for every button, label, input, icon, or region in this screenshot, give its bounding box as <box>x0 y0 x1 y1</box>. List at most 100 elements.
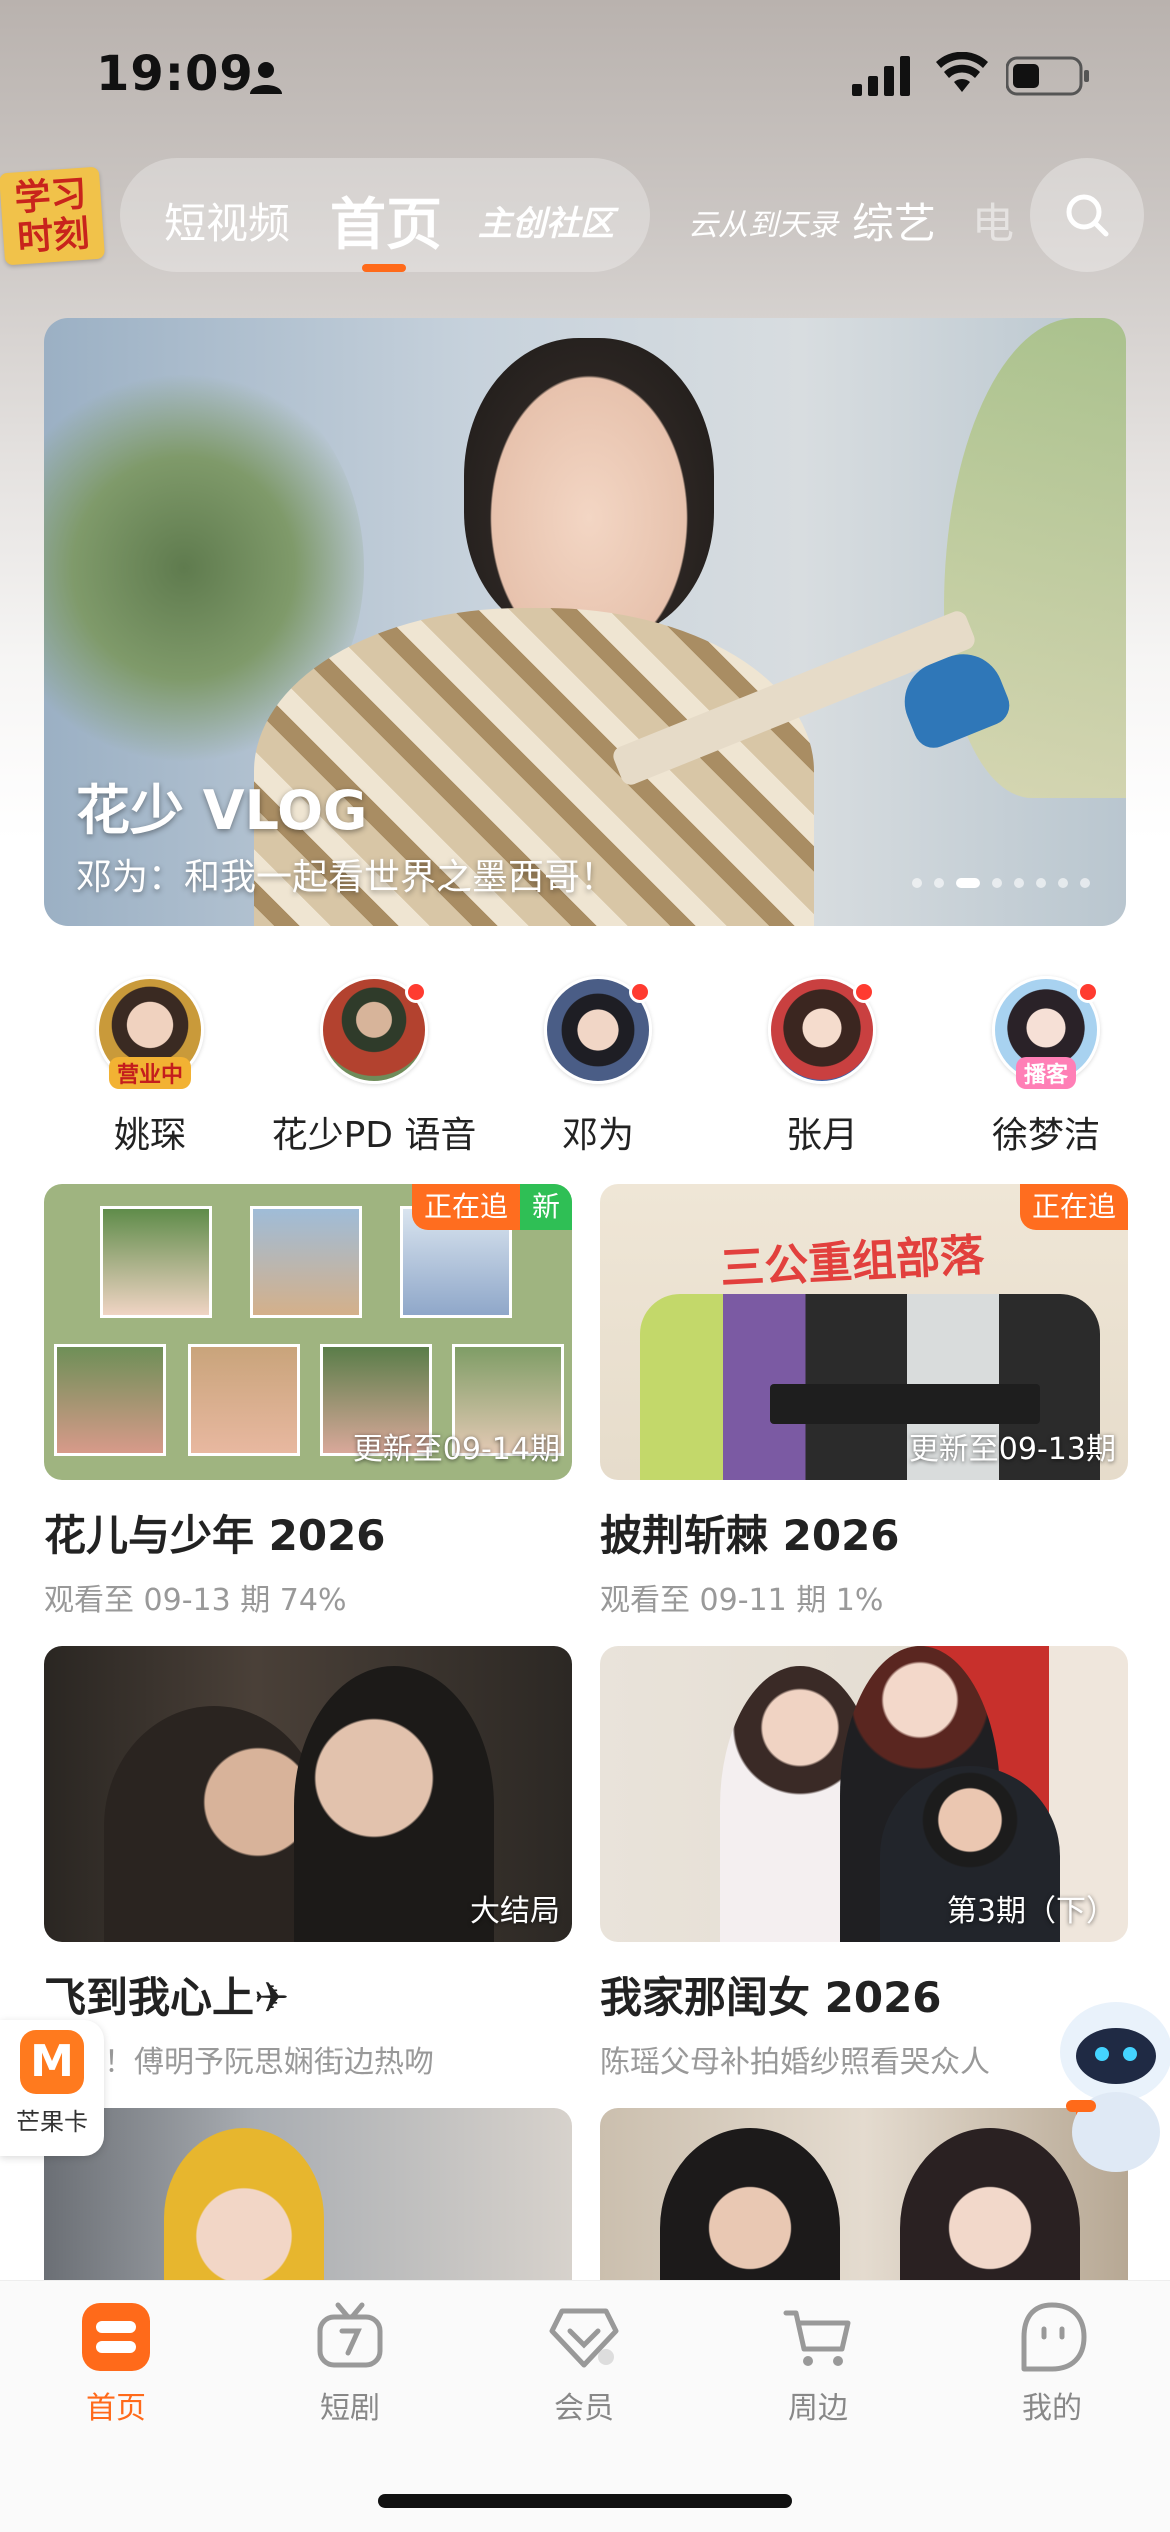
home-indicator[interactable] <box>378 2494 792 2508</box>
avatar-name: 姚琛 <box>113 1115 186 1156</box>
tv-icon <box>317 2302 383 2368</box>
battery-icon <box>1006 56 1089 96</box>
home-icon <box>82 2303 150 2371</box>
nav-profile[interactable]: 我的 <box>982 2301 1122 2427</box>
pagination-dot <box>992 878 1002 888</box>
cart-icon <box>783 2310 851 2366</box>
episode-label: 第3期（下） <box>946 1894 1116 1929</box>
pagination-dot <box>934 878 944 888</box>
show-card[interactable]: 正在追 新 更新至09-14期 花儿与少年 2026 观看至 09-13 期 7… <box>44 1184 572 1619</box>
mango-card-label: 芒果卡 <box>16 2108 88 2136</box>
status-badge: 正在追 新 <box>411 1184 572 1230</box>
tab-creator-community[interactable]: 主创社区 <box>478 196 614 245</box>
following-badge: 正在追 <box>1019 1184 1128 1230</box>
avatar-item[interactable]: 播客 徐梦洁 <box>936 976 1156 1158</box>
avatar-name: 张月 <box>785 1115 858 1156</box>
tab-home[interactable]: 首页 <box>330 180 442 261</box>
notification-dot <box>629 981 651 1003</box>
nav-label: 我的 <box>1022 2391 1082 2426</box>
cast-photo <box>250 1206 362 1318</box>
nav-vip[interactable]: 会员 <box>514 2301 654 2427</box>
show-thumbnail: 大结局 <box>44 1646 572 1942</box>
watch-progress: 观看至 09-11 期 1% <box>600 1583 884 1618</box>
cast-photo <box>188 1344 300 1456</box>
show-title: 飞到我心上✈ <box>44 1973 290 2022</box>
tab-short-video[interactable]: 短视频 <box>164 190 290 251</box>
new-badge: 新 <box>519 1184 572 1230</box>
active-tab-indicator <box>362 264 406 272</box>
nav-label: 首页 <box>86 2391 146 2426</box>
avatar-item[interactable]: 张月 <box>712 976 932 1158</box>
pagination-dot <box>1036 878 1046 888</box>
update-label: 更新至09-14期 <box>352 1432 560 1467</box>
cast-photo <box>54 1344 166 1456</box>
avatar-name: 徐梦洁 <box>991 1115 1100 1156</box>
avatar-item[interactable]: 邓为 <box>488 976 708 1158</box>
thumbnail-figure <box>294 1666 494 1942</box>
following-badge: 正在追 <box>411 1184 520 1230</box>
pagination-dot <box>912 878 922 888</box>
nav-label: 会员 <box>554 2391 614 2426</box>
watch-progress: 观看至 09-13 期 74% <box>44 1583 347 1618</box>
show-thumbnail: 第3期（下） <box>600 1646 1128 1942</box>
show-thumbnail: 三公重组部落 正在追 更新至09-13期 <box>600 1184 1128 1480</box>
avatar <box>544 976 652 1084</box>
thumbnail-banner-text: 三公重组部落 <box>719 1230 986 1295</box>
banner-subtitle: 邓为：和我一起看世界之墨西哥！ <box>76 857 617 898</box>
notification-dot <box>405 981 427 1003</box>
mango-logo-icon: M <box>20 2030 84 2094</box>
wifi-icon <box>936 52 988 92</box>
avatar-item[interactable]: 花少PD 语音 <box>264 976 484 1158</box>
nav-label: 周边 <box>788 2391 848 2426</box>
show-card[interactable]: 三公重组部落 正在追 更新至09-13期 披荆斩棘 2026 观看至 09-11… <box>600 1184 1128 1619</box>
avatar <box>320 976 428 1084</box>
avatar: 营业中 <box>96 976 204 1089</box>
banner-pagination <box>912 878 1090 888</box>
show-description: 台了！傅明予阮思娴街边热吻 <box>44 2045 434 2080</box>
status-time: 19:09 <box>96 46 254 102</box>
pagination-dot <box>1014 878 1024 888</box>
status-bar: 19:09 <box>0 0 1170 150</box>
podcast-tag: 播客 <box>1015 1057 1077 1089</box>
profile-icon <box>1021 2302 1087 2372</box>
pagination-dot <box>1058 878 1068 888</box>
hero-banner[interactable]: 花少 VLOG 邓为：和我一起看世界之墨西哥！ <box>44 318 1126 926</box>
nav-short-drama[interactable]: 短剧 <box>280 2301 420 2427</box>
notification-dot <box>1077 981 1099 1003</box>
finale-label: 大结局 <box>470 1894 560 1929</box>
nav-label: 短剧 <box>320 2391 380 2426</box>
pagination-dot-active <box>956 878 980 888</box>
vip-icon <box>549 2308 619 2368</box>
tab-show-logo[interactable]: 云从到天录 <box>688 200 838 244</box>
tab-more[interactable]: 电 <box>972 190 1014 251</box>
avatar-name: 邓为 <box>561 1115 634 1156</box>
status-badge: 正在追 <box>1019 1184 1128 1230</box>
banner-title: 花少 VLOG <box>76 779 368 842</box>
avatar: 播客 <box>992 976 1100 1089</box>
person-icon <box>250 62 282 94</box>
avatar-item[interactable]: 营业中 姚琛 <box>40 976 260 1158</box>
update-label: 更新至09-13期 <box>908 1432 1116 1467</box>
robot-mascot-icon[interactable] <box>1046 1982 1170 2182</box>
show-title: 花儿与少年 2026 <box>44 1511 386 1560</box>
search-icon <box>1066 194 1109 237</box>
keyboard <box>770 1384 1040 1424</box>
search-button[interactable] <box>1030 158 1144 272</box>
show-title: 披荆斩棘 2026 <box>600 1511 900 1560</box>
banner-person-head <box>464 338 714 638</box>
avatar <box>768 976 876 1084</box>
cast-photo <box>100 1206 212 1318</box>
tab-variety[interactable]: 综艺 <box>852 190 936 251</box>
nav-home[interactable]: 首页 <box>46 2301 186 2427</box>
nav-merch[interactable]: 周边 <box>748 2301 888 2427</box>
avatar-name: 花少PD 语音 <box>271 1115 477 1156</box>
pagination-dot <box>1080 878 1090 888</box>
notification-dot <box>853 981 875 1003</box>
live-tag: 营业中 <box>108 1057 192 1089</box>
study-time-badge[interactable]: 学习时刻 <box>0 166 106 266</box>
show-thumbnail: 正在追 新 更新至09-14期 <box>44 1184 572 1480</box>
star-avatars-row: 营业中 姚琛 花少PD 语音 邓为 张月 播客 徐梦洁 <box>0 976 1170 1156</box>
mango-card-button[interactable]: M 芒果卡 <box>0 2020 104 2156</box>
thumbnail-figure <box>104 1706 324 1942</box>
show-card[interactable]: 大结局 飞到我心上✈ 台了！傅明予阮思娴街边热吻 <box>44 1646 572 2081</box>
